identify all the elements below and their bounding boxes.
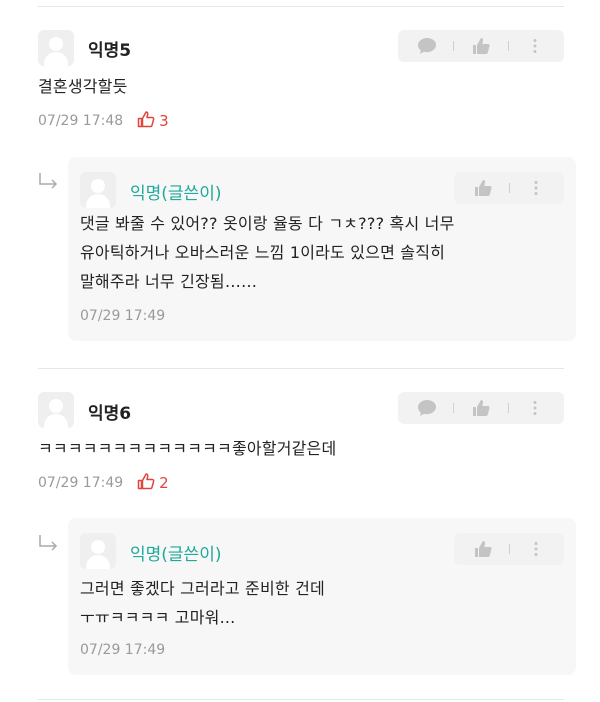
reply-meta: 07/29 17:49 <box>80 308 165 324</box>
reply-arrow-icon <box>39 173 58 189</box>
like-button[interactable] <box>472 538 494 560</box>
separator <box>453 403 455 413</box>
avatar[interactable] <box>38 392 74 428</box>
reply-time: 07/29 17:49 <box>80 642 166 658</box>
thumbs-up-icon <box>472 400 490 416</box>
reply-author[interactable]: 익명(글쓴이) <box>130 179 221 204</box>
reply-arrow-icon <box>39 535 58 551</box>
vertical-dots-icon <box>534 542 537 556</box>
like-icon-red <box>137 110 155 132</box>
thumbs-up-icon <box>474 541 492 557</box>
like-button[interactable] <box>470 35 492 57</box>
reply-line: ㅜㅠㅋㅋㅋㅋ 고마워... <box>80 608 236 627</box>
reply-line: 그러면 좋겠다 그러라고 준비한 건데 <box>80 579 325 598</box>
comment-author[interactable]: 익명5 <box>88 36 131 61</box>
speech-bubble-icon <box>417 400 436 416</box>
more-button[interactable] <box>524 397 546 419</box>
avatar[interactable] <box>80 533 116 569</box>
reply-line: 말해주라 너무 긴장됨…… <box>80 272 258 291</box>
reply-text: 그러면 좋겠다 그러라고 준비한 건데 ㅜㅠㅋㅋㅋㅋ 고마워... <box>80 574 560 632</box>
comment-meta: 07/29 17:48 3 <box>38 110 169 132</box>
comment-meta: 07/29 17:49 2 <box>38 472 169 494</box>
top-divider <box>38 6 564 7</box>
like-count: 3 <box>159 112 169 130</box>
separator <box>508 544 510 554</box>
like-button[interactable] <box>472 177 494 199</box>
reply-author[interactable]: 익명(글쓴이) <box>130 540 221 565</box>
like-button[interactable] <box>470 397 492 419</box>
reply-meta: 07/29 17:49 <box>80 642 165 658</box>
speech-bubble-icon <box>417 38 436 54</box>
reply-box: 익명(글쓴이) 댓글 봐줄 수 있어?? 옷이랑 율동 다 ㄱㅊ??? 혹시 너… <box>68 157 576 341</box>
comment-divider <box>38 368 564 369</box>
comment-author[interactable]: 익명6 <box>88 399 131 424</box>
comment-time: 07/29 17:48 <box>38 113 124 129</box>
reply-text: 댓글 봐줄 수 있어?? 옷이랑 율동 다 ㄱㅊ??? 혹시 너무 유아틱하거나… <box>80 209 560 296</box>
comment-button[interactable] <box>416 397 438 419</box>
like-count: 2 <box>159 474 169 492</box>
vertical-dots-icon <box>533 39 537 53</box>
separator <box>507 41 509 51</box>
avatar[interactable] <box>38 30 74 66</box>
bottom-divider <box>38 699 564 700</box>
more-button[interactable] <box>525 538 547 560</box>
vertical-dots-icon <box>534 181 537 195</box>
separator <box>453 41 455 51</box>
reply-line: 댓글 봐줄 수 있어?? 옷이랑 율동 다 ㄱㅊ??? 혹시 너무 <box>80 214 455 233</box>
thumbs-up-icon <box>137 111 155 128</box>
comment-time: 07/29 17:49 <box>38 475 124 491</box>
reply-time: 07/29 17:49 <box>80 308 166 324</box>
thumbs-up-icon <box>474 180 492 196</box>
thumbs-up-icon <box>472 38 490 54</box>
reply-box: 익명(글쓴이) 그러면 좋겠다 그러라고 준비한 건데 ㅜㅠㅋㅋㅋㅋ 고마워..… <box>68 518 576 675</box>
reply-actions <box>454 533 564 565</box>
comment-text: 결혼생각할듯 <box>38 77 128 96</box>
more-button[interactable] <box>524 35 546 57</box>
comment-text: ㅋㅋㅋㅋㅋㅋㅋㅋㅋㅋㅋㅋㅋ좋아할거같은데 <box>38 439 337 458</box>
like-icon-red <box>137 472 155 494</box>
vertical-dots-icon <box>533 401 537 415</box>
more-button[interactable] <box>525 177 547 199</box>
separator <box>507 403 509 413</box>
thumbs-up-icon <box>137 473 155 490</box>
comment-actions <box>398 392 564 424</box>
separator <box>508 183 510 193</box>
reply-actions <box>454 172 564 204</box>
avatar[interactable] <box>80 172 116 208</box>
comment-button[interactable] <box>416 35 438 57</box>
comment-actions <box>398 30 564 62</box>
reply-line: 유아틱하거나 오바스러운 느낌 1이라도 있으면 솔직히 <box>80 243 446 262</box>
